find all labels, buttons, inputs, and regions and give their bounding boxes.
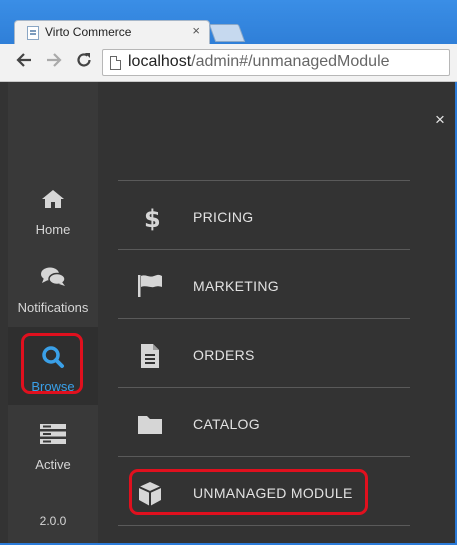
url-text: localhost/admin#/unmanagedModule	[128, 53, 390, 71]
url-host: localhost	[128, 53, 192, 70]
browser-tab[interactable]: Virto Commerce ×	[14, 20, 210, 44]
menu-item-label: PRICING	[193, 209, 254, 225]
back-arrow-icon	[16, 53, 31, 67]
divider	[118, 318, 410, 319]
svg-text:$: $	[144, 205, 161, 232]
flag-icon	[136, 273, 164, 299]
highlight-unmanaged-module-outline	[129, 469, 368, 515]
tab-close-icon[interactable]: ×	[192, 24, 200, 38]
reload-button[interactable]	[73, 51, 95, 73]
menu-item-catalog[interactable]: CATALOG	[118, 389, 410, 457]
sidebar-item-label: Notifications	[17, 300, 89, 315]
sidebar-item-label: Home	[35, 222, 71, 237]
divider	[118, 456, 410, 457]
back-button[interactable]	[13, 51, 35, 73]
sidebar-item-home[interactable]: Home	[8, 170, 98, 248]
sidebar-item-label: Active	[35, 457, 71, 472]
divider	[118, 525, 410, 526]
folder-icon	[136, 411, 164, 437]
menu-item-orders[interactable]: ORDERS	[118, 320, 410, 388]
highlight-browse-outline	[21, 333, 83, 394]
page-icon	[110, 56, 121, 70]
forward-arrow-icon	[47, 53, 62, 67]
sidebar-item-active[interactable]: Active	[8, 405, 98, 483]
dollar-icon: $	[136, 204, 164, 233]
divider	[118, 387, 410, 388]
sidebar: Home Notifications Browse Active 2.0.0	[8, 82, 98, 543]
chat-bubbles-icon	[8, 266, 98, 288]
url-path: /admin#/unmanagedModule	[191, 53, 390, 70]
reload-icon	[77, 53, 91, 67]
version-label: 2.0.0	[39, 514, 67, 528]
divider	[118, 249, 410, 250]
browser-toolbar: localhost/admin#/unmanagedModule	[0, 44, 457, 82]
sidebar-item-notifications[interactable]: Notifications	[8, 248, 98, 326]
menu-item-label: ORDERS	[193, 347, 255, 363]
home-icon	[8, 188, 98, 210]
forward-button[interactable]	[43, 51, 65, 73]
menu-item-pricing[interactable]: $ PRICING	[118, 182, 410, 250]
menu-item-label: MARKETING	[193, 278, 279, 294]
page-favicon-icon	[27, 26, 39, 40]
document-icon	[136, 342, 164, 368]
close-icon[interactable]: ×	[432, 110, 448, 130]
stacked-servers-icon	[8, 423, 98, 445]
menu-item-label: CATALOG	[193, 416, 260, 432]
menu-item-marketing[interactable]: MARKETING	[118, 251, 410, 319]
tab-strip: Virto Commerce ×	[0, 0, 457, 44]
divider	[118, 180, 410, 181]
address-bar[interactable]: localhost/admin#/unmanagedModule	[102, 49, 450, 76]
new-tab-button[interactable]	[208, 24, 246, 42]
tab-title: Virto Commerce	[45, 25, 132, 39]
